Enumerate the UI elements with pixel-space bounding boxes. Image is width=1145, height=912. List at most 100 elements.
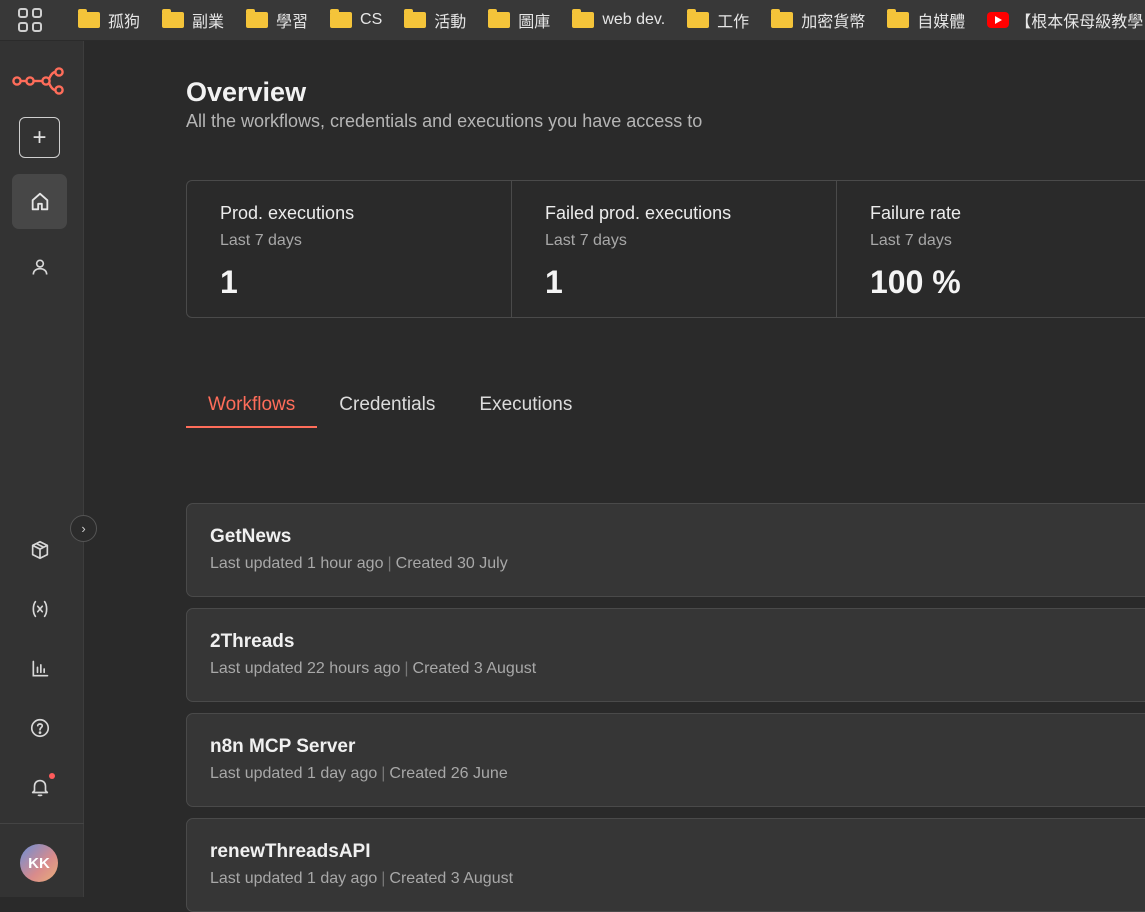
bookmark-label: 加密貨幣 — [801, 14, 866, 31]
stats-panel: Prod. executions Last 7 days 1 Failed pr… — [186, 180, 1145, 318]
folder-icon — [330, 9, 353, 28]
bookmark-label: CS — [360, 11, 383, 28]
folder-icon — [162, 9, 185, 28]
tab-executions[interactable]: Executions — [457, 382, 594, 428]
bookmark-item[interactable]: 學習 — [246, 8, 308, 32]
sidebar-item-variables[interactable] — [12, 589, 67, 629]
workflow-card[interactable]: 2Threads Last updated 22 hours ago | Creat… — [186, 608, 1145, 702]
youtube-icon — [987, 12, 1010, 28]
sidebar-item-notifications[interactable] — [12, 767, 67, 807]
bookmark-label: 工作 — [717, 14, 750, 31]
bookmark-item[interactable]: CS — [330, 9, 383, 29]
workflow-meta: Last updated 1 day ago | Created 3 August — [210, 870, 1145, 888]
workflow-updated: Last updated 1 hour ago — [210, 555, 384, 572]
workflow-updated: Last updated 22 hours ago — [210, 660, 401, 677]
workflow-created: Created 26 June — [389, 765, 508, 782]
sidebar-item-help[interactable] — [12, 708, 67, 748]
page-title: Overview — [186, 77, 307, 107]
folder-icon — [887, 9, 910, 28]
stat-period: Last 7 days — [870, 232, 952, 249]
meta-separator: | — [387, 555, 392, 572]
bookmark-label: 副業 — [192, 14, 225, 31]
bookmark-label: 學習 — [276, 14, 309, 31]
sidebar-item-overview[interactable] — [12, 174, 67, 229]
sidebar-item-templates[interactable] — [12, 530, 67, 570]
folder-icon — [78, 9, 100, 28]
bar-chart-icon — [32, 660, 48, 677]
home-icon — [31, 192, 48, 210]
sidebar-item-insights[interactable] — [12, 649, 67, 689]
plus-icon: + — [32, 123, 47, 151]
workflow-updated: Last updated 1 day ago — [210, 870, 378, 887]
page-subtitle: All the workflows, credentials and execu… — [186, 111, 703, 131]
folder-icon — [572, 9, 595, 28]
meta-separator: | — [381, 765, 386, 782]
stat-label: Failure rate — [870, 203, 962, 223]
avatar[interactable]: KK — [20, 844, 58, 882]
notification-dot — [49, 773, 55, 779]
sidebar-item-personal[interactable] — [12, 247, 67, 287]
apps-grid-icon[interactable] — [18, 8, 42, 32]
stat-period: Last 7 days — [220, 232, 302, 249]
help-circle-icon — [30, 718, 49, 738]
bookmark-item[interactable]: 工作 — [687, 8, 749, 32]
folder-icon — [771, 9, 794, 28]
chevron-right-icon: › — [81, 521, 86, 536]
collapse-sidebar-button[interactable]: › — [70, 515, 97, 542]
stat-label: Prod. executions — [220, 203, 355, 223]
bookmarks-bar: 孤狗 副業 學習 CS 活動 圖庫 web dev. 工作 加密貨幣 自媒體 【… — [0, 0, 1145, 41]
bookmark-item[interactable]: 圖庫 — [488, 8, 550, 32]
folder-icon — [687, 9, 710, 28]
bookmark-label: 孤狗 — [108, 14, 141, 31]
folder-icon — [404, 9, 427, 28]
bookmark-item[interactable]: web dev. — [572, 9, 666, 29]
workflow-created: Created 3 August — [389, 870, 514, 887]
create-new-button[interactable]: + — [19, 117, 60, 158]
workflow-name: 2Threads — [210, 631, 295, 652]
variable-icon — [32, 600, 47, 618]
tab-workflows[interactable]: Workflows — [186, 382, 318, 428]
stat-failed-executions[interactable]: Failed prod. executions Last 7 days 1 — [512, 181, 837, 317]
tab-credentials[interactable]: Credentials — [317, 382, 457, 428]
bookmark-label: 活動 — [434, 14, 467, 31]
bookmark-label: 【根本保母級教學 — [1015, 14, 1144, 31]
stat-prod-executions[interactable]: Prod. executions Last 7 days 1 — [187, 181, 512, 317]
workflow-card[interactable]: renewThreadsAPI Last updated 1 day ago | C… — [186, 818, 1145, 912]
workflow-meta: Last updated 22 hours ago | Created 3 Augu… — [210, 660, 1145, 678]
workflow-updated: Last updated 1 day ago — [210, 765, 378, 782]
bookmark-label: 自媒體 — [917, 14, 966, 31]
bookmark-item[interactable]: 自媒體 — [887, 8, 965, 32]
workflow-name: renewThreadsAPI — [210, 841, 371, 862]
bookmark-item[interactable]: 活動 — [404, 8, 466, 32]
main-content: Overview All the workflows, credentials … — [85, 41, 1145, 912]
n8n-logo-icon[interactable] — [12, 66, 66, 101]
stat-value: 100 % — [870, 264, 961, 300]
workflow-created: Created 30 July — [395, 555, 508, 572]
bookmark-label: 圖庫 — [518, 14, 551, 31]
workflow-created: Created 3 August — [412, 660, 537, 677]
meta-separator: | — [381, 870, 386, 887]
bookmark-item[interactable]: 副業 — [162, 8, 224, 32]
workflow-card[interactable]: n8n MCP Server Last updated 1 day ago | Cr… — [186, 713, 1145, 807]
workflow-meta: Last updated 1 hour ago | Created 30 July — [210, 555, 1145, 573]
stat-period: Last 7 days — [545, 232, 627, 249]
overview-tabs: Workflows Credentials Executions — [186, 382, 594, 428]
workflow-name: n8n MCP Server — [210, 736, 356, 757]
workflow-meta: Last updated 1 day ago | Created 26 June — [210, 765, 1145, 783]
folder-icon — [246, 9, 269, 28]
folder-icon — [488, 9, 511, 28]
bookmark-label: web dev. — [602, 11, 666, 28]
bookmark-item[interactable]: 加密貨幣 — [771, 8, 865, 32]
user-icon — [32, 259, 47, 275]
sidebar: + › KK — [0, 41, 97, 897]
box-icon — [31, 540, 48, 560]
meta-separator: | — [404, 660, 409, 677]
stat-value: 1 — [220, 264, 238, 300]
workflow-name: GetNews — [210, 526, 292, 547]
bookmark-item[interactable]: 孤狗 — [78, 8, 140, 32]
bookmark-item[interactable]: 【根本保母級教學 — [987, 8, 1143, 32]
workflow-card[interactable]: GetNews Last updated 1 hour ago | Created … — [186, 503, 1145, 597]
stat-failure-rate[interactable]: Failure rate Last 7 days 100 % — [837, 181, 1145, 317]
stat-label: Failed prod. executions — [545, 203, 732, 223]
sidebar-divider — [0, 823, 84, 824]
